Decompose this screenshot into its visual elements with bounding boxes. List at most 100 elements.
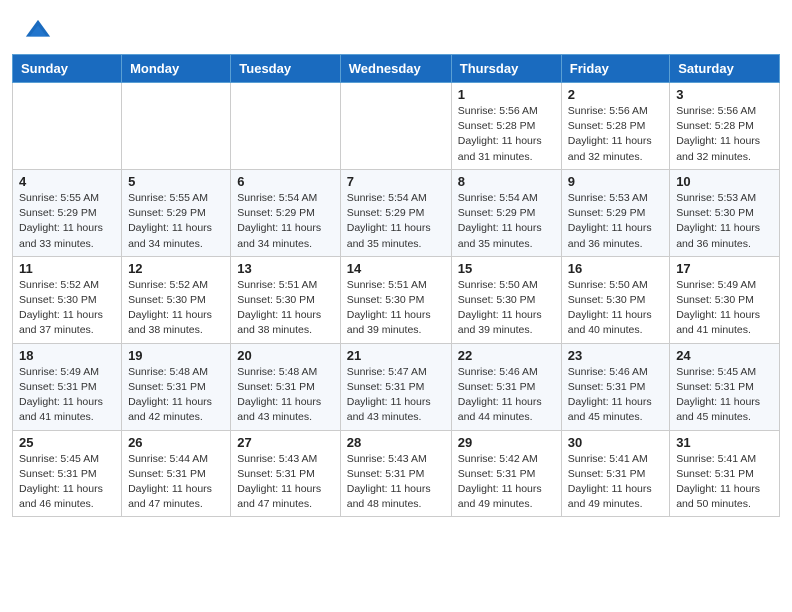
day-info: Sunrise: 5:49 AM Sunset: 5:31 PM Dayligh… [19, 365, 115, 426]
day-number: 3 [676, 87, 773, 102]
col-header-tuesday: Tuesday [231, 55, 340, 83]
day-info: Sunrise: 5:56 AM Sunset: 5:28 PM Dayligh… [458, 104, 555, 165]
day-info: Sunrise: 5:54 AM Sunset: 5:29 PM Dayligh… [458, 191, 555, 252]
day-info: Sunrise: 5:43 AM Sunset: 5:31 PM Dayligh… [237, 452, 333, 513]
day-info: Sunrise: 5:51 AM Sunset: 5:30 PM Dayligh… [237, 278, 333, 339]
day-info: Sunrise: 5:56 AM Sunset: 5:28 PM Dayligh… [676, 104, 773, 165]
calendar-cell: 20 Sunrise: 5:48 AM Sunset: 5:31 PM Dayli… [231, 343, 340, 430]
day-number: 25 [19, 435, 115, 450]
calendar-cell: 25 Sunrise: 5:45 AM Sunset: 5:31 PM Dayli… [13, 430, 122, 517]
calendar-cell: 15 Sunrise: 5:50 AM Sunset: 5:30 PM Dayli… [451, 256, 561, 343]
day-number: 27 [237, 435, 333, 450]
col-header-saturday: Saturday [670, 55, 780, 83]
day-number: 23 [568, 348, 663, 363]
calendar-cell: 6 Sunrise: 5:54 AM Sunset: 5:29 PM Daylig… [231, 169, 340, 256]
day-number: 8 [458, 174, 555, 189]
day-number: 14 [347, 261, 445, 276]
day-info: Sunrise: 5:50 AM Sunset: 5:30 PM Dayligh… [568, 278, 663, 339]
calendar-table: SundayMondayTuesdayWednesdayThursdayFrid… [12, 54, 780, 517]
col-header-wednesday: Wednesday [340, 55, 451, 83]
calendar-wrapper: SundayMondayTuesdayWednesdayThursdayFrid… [0, 54, 792, 529]
calendar-cell: 29 Sunrise: 5:42 AM Sunset: 5:31 PM Dayli… [451, 430, 561, 517]
calendar-cell: 8 Sunrise: 5:54 AM Sunset: 5:29 PM Daylig… [451, 169, 561, 256]
calendar-cell [340, 83, 451, 170]
calendar-cell: 23 Sunrise: 5:46 AM Sunset: 5:31 PM Dayli… [561, 343, 669, 430]
calendar-cell: 16Sunrise: 5:50 AM Sunset: 5:30 PM Dayli… [561, 256, 669, 343]
calendar-cell: 3 Sunrise: 5:56 AM Sunset: 5:28 PM Daylig… [670, 83, 780, 170]
col-header-monday: Monday [122, 55, 231, 83]
calendar-cell: 7 Sunrise: 5:54 AM Sunset: 5:29 PM Daylig… [340, 169, 451, 256]
calendar-cell: 26Sunrise: 5:44 AM Sunset: 5:31 PM Dayli… [122, 430, 231, 517]
calendar-cell: 13 Sunrise: 5:51 AM Sunset: 5:30 PM Dayli… [231, 256, 340, 343]
day-number: 22 [458, 348, 555, 363]
day-number: 10 [676, 174, 773, 189]
day-info: Sunrise: 5:50 AM Sunset: 5:30 PM Dayligh… [458, 278, 555, 339]
day-info: Sunrise: 5:53 AM Sunset: 5:30 PM Dayligh… [676, 191, 773, 252]
day-number: 28 [347, 435, 445, 450]
calendar-cell: 28 Sunrise: 5:43 AM Sunset: 5:31 PM Dayli… [340, 430, 451, 517]
calendar-cell: 1 Sunrise: 5:56 AM Sunset: 5:28 PM Daylig… [451, 83, 561, 170]
calendar-cell: 27 Sunrise: 5:43 AM Sunset: 5:31 PM Dayli… [231, 430, 340, 517]
day-number: 6 [237, 174, 333, 189]
day-number: 7 [347, 174, 445, 189]
day-number: 5 [128, 174, 224, 189]
day-info: Sunrise: 5:47 AM Sunset: 5:31 PM Dayligh… [347, 365, 445, 426]
day-number: 17 [676, 261, 773, 276]
day-info: Sunrise: 5:42 AM Sunset: 5:31 PM Dayligh… [458, 452, 555, 513]
calendar-cell [122, 83, 231, 170]
calendar-cell: 12 Sunrise: 5:52 AM Sunset: 5:30 PM Dayli… [122, 256, 231, 343]
calendar-cell: 10 Sunrise: 5:53 AM Sunset: 5:30 PM Dayli… [670, 169, 780, 256]
calendar-cell: 14 Sunrise: 5:51 AM Sunset: 5:30 PM Dayli… [340, 256, 451, 343]
calendar-cell: 22 Sunrise: 5:46 AM Sunset: 5:31 PM Dayli… [451, 343, 561, 430]
day-number: 4 [19, 174, 115, 189]
calendar-cell: 17 Sunrise: 5:49 AM Sunset: 5:30 PM Dayli… [670, 256, 780, 343]
day-info: Sunrise: 5:46 AM Sunset: 5:31 PM Dayligh… [458, 365, 555, 426]
day-number: 12 [128, 261, 224, 276]
day-number: 9 [568, 174, 663, 189]
calendar-cell: 24Sunrise: 5:45 AM Sunset: 5:31 PM Dayli… [670, 343, 780, 430]
calendar-cell: 31 Sunrise: 5:41 AM Sunset: 5:31 PM Dayli… [670, 430, 780, 517]
day-info: Sunrise: 5:56 AM Sunset: 5:28 PM Dayligh… [568, 104, 663, 165]
day-info: Sunrise: 5:51 AM Sunset: 5:30 PM Dayligh… [347, 278, 445, 339]
calendar-cell: 9 Sunrise: 5:53 AM Sunset: 5:29 PM Daylig… [561, 169, 669, 256]
col-header-thursday: Thursday [451, 55, 561, 83]
day-number: 2 [568, 87, 663, 102]
day-info: Sunrise: 5:52 AM Sunset: 5:30 PM Dayligh… [19, 278, 115, 339]
logo [24, 18, 56, 46]
day-info: Sunrise: 5:54 AM Sunset: 5:29 PM Dayligh… [237, 191, 333, 252]
calendar-cell [231, 83, 340, 170]
day-info: Sunrise: 5:55 AM Sunset: 5:29 PM Dayligh… [19, 191, 115, 252]
day-number: 1 [458, 87, 555, 102]
day-info: Sunrise: 5:46 AM Sunset: 5:31 PM Dayligh… [568, 365, 663, 426]
day-number: 15 [458, 261, 555, 276]
calendar-cell: 2 Sunrise: 5:56 AM Sunset: 5:28 PM Daylig… [561, 83, 669, 170]
day-info: Sunrise: 5:55 AM Sunset: 5:29 PM Dayligh… [128, 191, 224, 252]
day-info: Sunrise: 5:48 AM Sunset: 5:31 PM Dayligh… [237, 365, 333, 426]
day-number: 29 [458, 435, 555, 450]
day-info: Sunrise: 5:54 AM Sunset: 5:29 PM Dayligh… [347, 191, 445, 252]
calendar-cell: 18Sunrise: 5:49 AM Sunset: 5:31 PM Dayli… [13, 343, 122, 430]
day-number: 19 [128, 348, 224, 363]
col-header-sunday: Sunday [13, 55, 122, 83]
logo-icon [24, 18, 52, 46]
day-info: Sunrise: 5:52 AM Sunset: 5:30 PM Dayligh… [128, 278, 224, 339]
day-info: Sunrise: 5:43 AM Sunset: 5:31 PM Dayligh… [347, 452, 445, 513]
page-header [0, 0, 792, 54]
day-number: 13 [237, 261, 333, 276]
day-info: Sunrise: 5:49 AM Sunset: 5:30 PM Dayligh… [676, 278, 773, 339]
day-info: Sunrise: 5:41 AM Sunset: 5:31 PM Dayligh… [676, 452, 773, 513]
day-info: Sunrise: 5:45 AM Sunset: 5:31 PM Dayligh… [19, 452, 115, 513]
day-info: Sunrise: 5:41 AM Sunset: 5:31 PM Dayligh… [568, 452, 663, 513]
day-number: 26 [128, 435, 224, 450]
calendar-cell: 30 Sunrise: 5:41 AM Sunset: 5:31 PM Dayli… [561, 430, 669, 517]
calendar-cell: 21Sunrise: 5:47 AM Sunset: 5:31 PM Dayli… [340, 343, 451, 430]
calendar-cell: 19 Sunrise: 5:48 AM Sunset: 5:31 PM Dayli… [122, 343, 231, 430]
day-info: Sunrise: 5:53 AM Sunset: 5:29 PM Dayligh… [568, 191, 663, 252]
day-info: Sunrise: 5:48 AM Sunset: 5:31 PM Dayligh… [128, 365, 224, 426]
calendar-cell: 5 Sunrise: 5:55 AM Sunset: 5:29 PM Daylig… [122, 169, 231, 256]
day-number: 30 [568, 435, 663, 450]
day-number: 20 [237, 348, 333, 363]
day-number: 24 [676, 348, 773, 363]
day-number: 31 [676, 435, 773, 450]
col-header-friday: Friday [561, 55, 669, 83]
